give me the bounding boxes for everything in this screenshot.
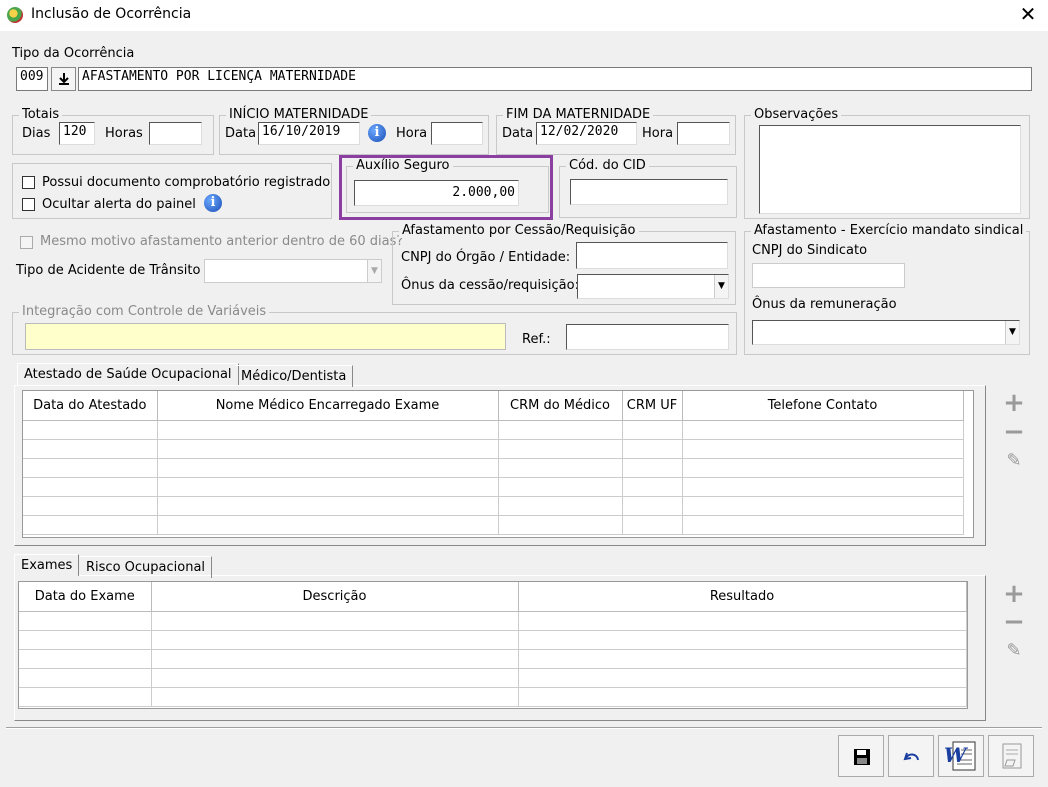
table-row[interactable] [23,496,964,516]
tipo-code-field[interactable]: 009 [16,67,48,91]
chevron-down-icon[interactable]: ▼ [1005,321,1019,344]
ocultar-alerta-checkbox[interactable] [22,198,35,211]
report-button[interactable] [988,735,1034,777]
table-row[interactable] [19,649,967,669]
close-button[interactable]: ✕ [1016,2,1040,26]
integracao-field[interactable] [25,323,506,350]
edit-icon[interactable]: ✎ [1003,450,1025,472]
info-icon[interactable]: i [204,194,222,212]
inicio-data-field[interactable]: 16/10/2019 [258,122,360,145]
table-row[interactable] [23,420,964,440]
fim-data-label: Data [502,126,534,141]
sindical-onus-label: Ônus da remuneração [752,297,897,312]
atestado-table: Data do Atestado Nome Médico Encarregado… [23,391,964,535]
report-icon [1002,743,1022,769]
inicio-hora-field[interactable] [431,122,483,145]
cessao-title: Afastamento por Cessão/Requisição [399,223,639,238]
totais-title: Totais [19,107,63,122]
dias-label: Dias [22,126,51,141]
table-row[interactable] [19,687,967,707]
col-header[interactable]: Data do Exame [19,582,152,612]
col-header[interactable]: Telefone Contato [682,391,964,421]
word-button[interactable]: W [938,735,984,777]
mesmo-motivo-checkbox[interactable] [20,236,33,249]
add-icon[interactable]: + [1003,581,1025,607]
exames-grid[interactable]: Data do Exame Descrição Resultado [18,581,968,709]
inicio-hora-label: Hora [396,126,428,141]
fim-title: FIM DA MATERNIDADE [503,107,654,122]
table-row[interactable] [19,630,967,650]
auxilio-title: Auxílio Seguro [353,158,453,173]
possui-doc-checkbox[interactable] [22,176,35,189]
inicio-data-label: Data [225,126,257,141]
cessao-cnpj-field[interactable] [576,242,728,269]
table-row[interactable] [23,477,964,497]
acidente-label: Tipo de Acidente de Trânsito [16,263,201,278]
table-row[interactable] [19,611,967,631]
ref-label: Ref.: [522,332,551,347]
info-icon[interactable]: i [368,124,386,142]
acidente-select[interactable]: ▼ [204,259,382,283]
col-header[interactable]: Data do Atestado [23,391,158,421]
col-header[interactable]: Descrição [151,582,519,612]
chevron-down-icon[interactable]: ▼ [367,260,381,282]
chevron-down-icon[interactable]: ▼ [714,275,728,298]
tipo-label: Tipo da Ocorrência [12,46,135,61]
auxilio-field[interactable]: 2.000,00 [354,180,519,206]
separator [6,727,1042,729]
table-row[interactable] [23,458,964,478]
undo-icon [903,752,919,761]
table-row[interactable] [19,668,967,688]
download-arrow-icon[interactable] [51,67,76,91]
cessao-cnpj-label: CNPJ do Órgão / Entidade: [401,250,571,265]
sindical-onus-select[interactable]: ▼ [752,320,1020,345]
window-title: Inclusão de Ocorrência [31,6,192,22]
dias-field[interactable]: 120 [59,122,95,145]
cid-field[interactable] [570,179,728,205]
table-row[interactable] [23,439,964,459]
ocultar-alerta-label: Ocultar alerta do painel [42,197,196,212]
svg-text:W: W [944,743,969,767]
cessao-onus-select[interactable]: ▼ [577,274,729,299]
col-header[interactable]: CRM do Médico [498,391,623,421]
horas-field[interactable] [149,122,202,145]
sindical-cnpj-field[interactable] [752,263,905,288]
fim-hora-label: Hora [642,126,674,141]
app-icon [7,7,23,23]
tab-exames[interactable]: Exames [14,554,80,576]
fim-hora-field[interactable] [677,122,730,145]
undo-button[interactable] [888,735,934,777]
add-icon[interactable]: + [1003,390,1025,416]
observacoes-title: Observações [751,107,842,122]
atestado-grid[interactable]: Data do Atestado Nome Médico Encarregado… [22,390,974,538]
mesmo-motivo-label: Mesmo motivo afastamento anterior dentro… [40,234,404,249]
horas-label: Horas [105,126,143,141]
sindical-title: Afastamento - Exercício mandato sindical [751,223,1027,238]
remove-icon[interactable]: − [1003,419,1025,445]
observacoes-field[interactable] [759,125,1021,214]
tab-atestado[interactable]: Atestado de Saúde Ocupacional [17,363,239,385]
exames-table: Data do Exame Descrição Resultado [19,582,967,707]
col-header[interactable]: Nome Médico Encarregado Exame [157,391,499,421]
integracao-title: Integração com Controle de Variáveis [19,304,270,319]
floppy-disk-icon [854,749,870,765]
ref-field[interactable] [566,324,729,350]
col-header[interactable]: CRM UF [622,391,683,421]
tipo-description-field[interactable]: AFASTAMENTO POR LICENÇA MATERNIDADE [78,67,1032,91]
save-button[interactable] [838,735,884,777]
fim-data-field[interactable]: 12/02/2020 [536,122,637,145]
cessao-onus-label: Ônus da cessão/requisição: [401,278,579,293]
sindical-cnpj-label: CNPJ do Sindicato [752,243,868,258]
possui-doc-label: Possui documento comprobatório registrad… [42,175,331,190]
table-row[interactable] [23,515,964,535]
inicio-title: INÍCIO MATERNIDADE [226,107,372,122]
remove-icon[interactable]: − [1003,609,1025,635]
edit-icon[interactable]: ✎ [1003,640,1025,662]
word-document-icon: W [944,741,976,771]
tab-medico[interactable]: Médico/Dentista [235,365,354,387]
cid-title: Cód. do CID [566,158,649,173]
col-header[interactable]: Resultado [518,582,967,612]
tab-risco[interactable]: Risco Ocupacional [80,556,213,578]
